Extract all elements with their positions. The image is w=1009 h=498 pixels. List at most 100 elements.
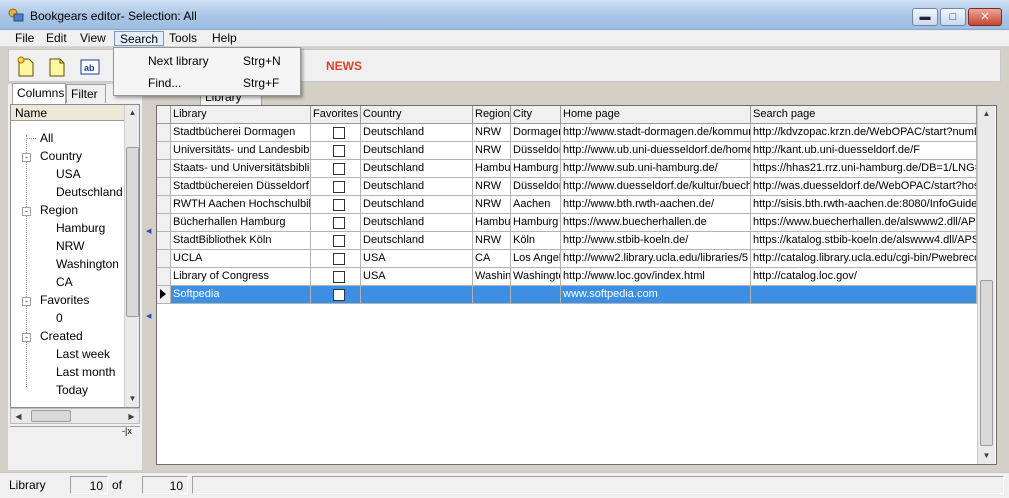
grid-cell-search-page[interactable]: http://kdvzopac.krzn.de/WebOPAC/start?nu… [751, 124, 977, 142]
tree-node-region[interactable]: Region [40, 202, 78, 218]
grid-cell-library[interactable]: Stadtbüchereien Düsseldorf [171, 178, 311, 196]
grid-cell-home-page[interactable]: http://www.duesseldorf.de/kultur/buecher… [561, 178, 751, 196]
column-header-favorites[interactable]: Favorites [311, 106, 361, 124]
row-indicator[interactable] [157, 250, 171, 268]
menu-help[interactable]: Help [207, 31, 242, 46]
row-indicator[interactable] [157, 196, 171, 214]
row-indicator[interactable] [157, 124, 171, 142]
grid-vertical-scrollbar[interactable]: ▲ ▼ [977, 106, 995, 464]
rename-ab-icon[interactable]: ab [79, 56, 101, 78]
favorite-checkbox[interactable] [333, 271, 345, 283]
tree-node-deutschland[interactable]: Deutschland [56, 184, 123, 200]
favorite-checkbox[interactable] [333, 235, 345, 247]
grid-cell-search-page[interactable]: http://was.duesseldorf.de/WebOPAC/start?… [751, 178, 977, 196]
row-indicator[interactable] [157, 160, 171, 178]
tree-node-all[interactable]: All [40, 130, 53, 146]
grid-cell-country[interactable]: USA [361, 268, 473, 286]
column-header-library[interactable]: Library [171, 106, 311, 124]
grid-cell-library[interactable]: Universitäts- und Landesbibliothek [171, 142, 311, 160]
grid-cell-country[interactable]: Deutschland [361, 196, 473, 214]
favorite-checkbox[interactable] [333, 217, 345, 229]
row-indicator[interactable] [157, 268, 171, 286]
favorites-cell[interactable] [311, 286, 361, 304]
grid-cell-city[interactable]: Hamburg [511, 214, 561, 232]
favorite-checkbox[interactable] [333, 163, 345, 175]
favorite-checkbox[interactable] [333, 199, 345, 211]
grid-scroll-down-icon[interactable]: ▼ [979, 448, 994, 463]
favorite-checkbox[interactable] [333, 181, 345, 193]
minimize-button[interactable]: ▬ [912, 8, 938, 26]
grid-cell-search-page[interactable]: http://kant.ub.uni-duesseldorf.de/F [751, 142, 977, 160]
grid-cell-country[interactable]: USA [361, 250, 473, 268]
tree-node-favorites[interactable]: Favorites [40, 292, 89, 308]
grid-cell-city[interactable] [511, 286, 561, 304]
favorite-checkbox[interactable] [333, 289, 345, 301]
scroll-up-icon[interactable]: ▲ [125, 105, 139, 120]
grid-cell-home-page[interactable]: http://www.ub.uni-duesseldorf.de/home [561, 142, 751, 160]
tree-node-last-month[interactable]: Last month [56, 364, 115, 380]
grid-cell-library[interactable]: Library of Congress [171, 268, 311, 286]
favorites-cell[interactable] [311, 142, 361, 160]
column-header-home-page[interactable]: Home page [561, 106, 751, 124]
tree-node-hamburg[interactable]: Hamburg [56, 220, 105, 236]
grid-cell-library[interactable]: Stadtbücherei Dormagen [171, 124, 311, 142]
favorites-cell[interactable] [311, 250, 361, 268]
grid-cell-country[interactable]: Deutschland [361, 232, 473, 250]
favorites-cell[interactable] [311, 232, 361, 250]
tab-filter[interactable]: Filter [66, 84, 106, 103]
tree-node-washington[interactable]: Washington D.C. [56, 256, 118, 272]
favorites-cell[interactable] [311, 214, 361, 232]
grid-scroll-up-icon[interactable]: ▲ [979, 106, 994, 121]
column-header-country[interactable]: Country [361, 106, 473, 124]
tree-vertical-scrollbar[interactable]: ▲ ▼ [124, 105, 139, 407]
grid-cell-region[interactable] [473, 286, 511, 304]
grid-cell-library[interactable]: Softpedia [171, 286, 311, 304]
row-indicator[interactable] [157, 214, 171, 232]
collapse-favorites-icon[interactable]: - [22, 297, 31, 306]
grid-cell-search-page[interactable]: http://catalog.loc.gov/ [751, 268, 977, 286]
row-indicator[interactable] [157, 232, 171, 250]
grid-cell-city[interactable]: Hamburg [511, 160, 561, 178]
pane-splitter[interactable]: ◀ ◀ [144, 84, 152, 470]
tab-columns[interactable]: Columns [12, 83, 66, 104]
grid-cell-region[interactable]: Hamburg [473, 160, 511, 178]
grid-cell-home-page[interactable]: http://www.sub.uni-hamburg.de/ [561, 160, 751, 178]
grid-cell-city[interactable]: Düsseldorf [511, 142, 561, 160]
grid-cell-search-page[interactable]: https://katalog.stbib-koeln.de/alswww4.d… [751, 232, 977, 250]
grid-cell-search-page[interactable]: https://www.buecherhallen.de/alswww2.dll… [751, 214, 977, 232]
favorites-cell[interactable] [311, 160, 361, 178]
grid-cell-country[interactable]: Deutschland [361, 142, 473, 160]
new-document-icon[interactable] [15, 56, 37, 78]
grid-cell-region[interactable]: NRW [473, 142, 511, 160]
menu-item-find[interactable]: Find... Strg+F [114, 73, 300, 93]
menu-item-next-library[interactable]: Next library Strg+N [114, 51, 300, 71]
grid-cell-country[interactable]: Deutschland [361, 160, 473, 178]
favorites-cell[interactable] [311, 268, 361, 286]
favorite-checkbox[interactable] [333, 127, 345, 139]
tree-node-today[interactable]: Today [56, 382, 88, 398]
grid-cell-region[interactable]: NRW [473, 232, 511, 250]
grid-cell-city[interactable]: Washington [511, 268, 561, 286]
grid-cell-search-page[interactable]: https://hhas21.rrz.uni-hamburg.de/DB=1/L… [751, 160, 977, 178]
favorites-cell[interactable] [311, 196, 361, 214]
tree-node-created[interactable]: Created [40, 328, 83, 344]
grid-cell-city[interactable]: Köln [511, 232, 561, 250]
collapse-country-icon[interactable]: - [22, 153, 31, 162]
grid-cell-city[interactable]: Dormagen [511, 124, 561, 142]
grid-cell-region[interactable]: NRW [473, 178, 511, 196]
menu-search[interactable]: Search [114, 31, 165, 46]
row-indicator[interactable] [157, 178, 171, 196]
grid-cell-country[interactable]: Deutschland [361, 124, 473, 142]
maximize-button[interactable]: □ [940, 8, 966, 26]
grid-cell-library[interactable]: UCLA [171, 250, 311, 268]
grid-cell-city[interactable]: Düsseldorf [511, 178, 561, 196]
grid-cell-home-page[interactable]: http://www.loc.gov/index.html [561, 268, 751, 286]
grid-cell-home-page[interactable]: www.softpedia.com [561, 286, 751, 304]
pin-close-icon[interactable]: -|x [122, 426, 132, 436]
grid-cell-search-page[interactable]: http://sisis.bth.rwth-aachen.de:8080/Inf… [751, 196, 977, 214]
scroll-left-icon[interactable]: ◀ [11, 409, 26, 424]
menu-file[interactable]: File [10, 31, 39, 46]
grid-cell-region[interactable]: Washington D.C. [473, 268, 511, 286]
collapse-created-icon[interactable]: - [22, 333, 31, 342]
grid-cell-country[interactable]: Deutschland [361, 214, 473, 232]
